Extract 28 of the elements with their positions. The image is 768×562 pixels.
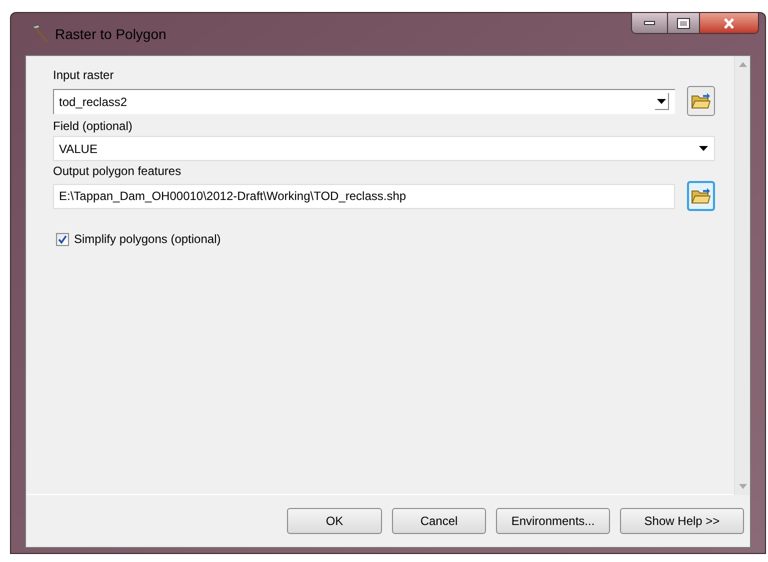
field-label: Output polygon features (53, 164, 182, 178)
dropdown-field[interactable]: VALUE (53, 136, 715, 161)
maximize-button[interactable] (668, 13, 700, 33)
checkmark-icon (58, 234, 67, 244)
close-icon (723, 18, 735, 28)
close-button[interactable] (700, 13, 758, 33)
minimize-button[interactable] (632, 13, 668, 33)
scrollbar[interactable] (734, 56, 750, 495)
hammer-icon (29, 24, 49, 44)
dialog-button[interactable]: Show Help >> (620, 508, 744, 534)
dropdown-arrow-icon (657, 98, 666, 104)
input-field[interactable]: E:\Tappan_Dam_OH00010\2012-Draft\Working\TOD_reclass.shp (53, 184, 675, 208)
dropdown-arrow-icon (699, 146, 708, 151)
scroll-up-icon (738, 62, 746, 67)
folder-icon (691, 187, 711, 205)
dialog-button[interactable]: Environments... (496, 508, 610, 534)
field-label: Input raster (53, 68, 115, 82)
scroll-down-icon (738, 484, 746, 489)
browse-button[interactable] (687, 181, 715, 211)
dropdown-field[interactable]: tod_reclass2 (53, 88, 675, 114)
dialog-button[interactable]: Cancel (392, 508, 486, 534)
field-label: Field (optional) (53, 119, 134, 133)
window-title: Raster to Polygon (55, 24, 166, 44)
checkbox-label: Simplify polygons (optional) (74, 231, 221, 248)
folder-icon (691, 92, 711, 110)
browse-button[interactable] (687, 86, 715, 116)
dialog-button[interactable]: OK (287, 508, 382, 534)
checkbox[interactable] (56, 232, 69, 246)
